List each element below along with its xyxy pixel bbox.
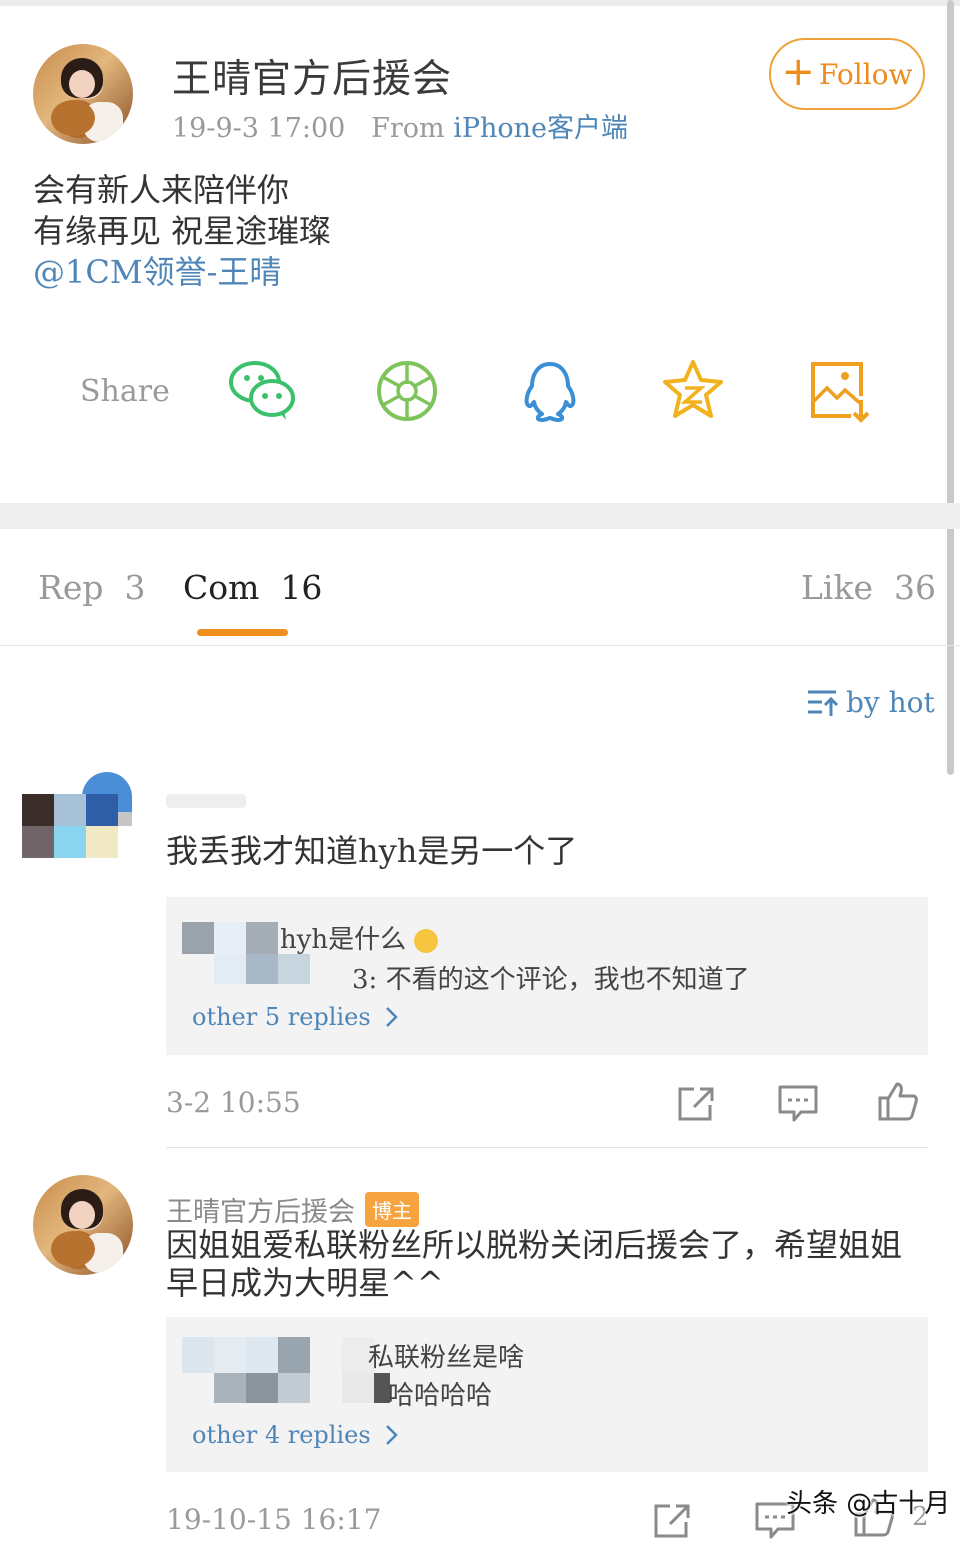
reply-preview-box[interactable]: 私联粉丝是啥 哈哈哈哈 other 4 replies	[166, 1317, 928, 1472]
blurred-name	[214, 922, 246, 954]
blurred-name	[246, 1337, 278, 1373]
sort-label: by hot	[846, 686, 935, 719]
post-from-label: From	[371, 113, 445, 144]
wechat-icon[interactable]	[228, 358, 298, 424]
comment-line: 因姐姐爱私联粉丝所以脱粉关闭后援会了，希望姐姐	[166, 1226, 903, 1264]
reply-line: 3: 不看的这个评论，我也不知道了	[352, 965, 750, 995]
author-badge: 博主	[365, 1192, 419, 1227]
comment-text: 我丢我才知道hyh是另一个了	[166, 832, 578, 870]
commenter-name-blurred[interactable]	[166, 794, 246, 808]
blurred-name	[182, 1337, 214, 1373]
scrollbar[interactable]	[947, 0, 954, 775]
blurred-name	[182, 922, 214, 954]
repost-icon[interactable]	[652, 1500, 694, 1542]
post-body: 会有新人来陪伴你 有缘再见 祝星途璀璨 @1CM领誉-王晴	[33, 170, 331, 293]
tab-label: Com	[183, 568, 260, 607]
section-divider	[0, 503, 960, 529]
tab-comments[interactable]: Com 16	[183, 568, 322, 607]
blurred-name	[278, 1373, 310, 1403]
commenter-avatar-blurred[interactable]	[22, 772, 132, 884]
blurred-name	[246, 1373, 278, 1403]
laughing-emoji-icon	[414, 929, 439, 953]
watermark: 头条 @古十月	[786, 1489, 951, 1519]
blurred-name	[278, 954, 310, 984]
moments-icon[interactable]	[373, 358, 443, 424]
post-time: 19-9-3 17:00	[172, 113, 346, 144]
more-replies-link[interactable]: other 4 replies	[192, 1421, 399, 1449]
qq-icon[interactable]	[515, 358, 585, 424]
share-label: Share	[80, 374, 170, 409]
chevron-right-icon	[385, 1007, 398, 1027]
blurred-name	[278, 1337, 310, 1373]
tab-likes[interactable]: Like 36	[801, 568, 936, 607]
tab-label: Like	[801, 568, 873, 607]
more-replies-link[interactable]: other 5 replies	[192, 1003, 399, 1031]
post-author-name[interactable]: 王晴官方后援会	[172, 48, 452, 104]
plus-icon: +	[781, 49, 815, 95]
tab-label: Rep	[38, 568, 104, 607]
comment-icon[interactable]	[777, 1083, 819, 1125]
blurred-name	[246, 922, 278, 954]
commenter-avatar[interactable]	[33, 1175, 133, 1275]
follow-label: Follow	[819, 57, 913, 91]
comment-divider	[166, 1147, 928, 1148]
like-thumb-icon[interactable]	[877, 1080, 919, 1122]
comment-time: 19-10-15 16:17	[166, 1503, 382, 1536]
comment-text: 因姐姐爱私联粉丝所以脱粉关闭后援会了，希望姐姐 早日成为大明星^^	[166, 1226, 902, 1302]
follow-button[interactable]: + Follow	[769, 38, 925, 110]
reply-line: hyh是什么	[280, 919, 439, 956]
post-line: 有缘再见 祝星途璀璨	[33, 212, 332, 250]
save-image-icon[interactable]	[805, 358, 875, 424]
qzone-star-icon[interactable]	[658, 358, 728, 424]
tab-reposts[interactable]: Rep 3	[38, 568, 146, 607]
post-mention-link[interactable]: @1CM领誉-王晴	[33, 252, 331, 293]
author-avatar[interactable]	[33, 44, 133, 144]
comment-line: 早日成为大明星^^	[166, 1264, 444, 1302]
blurred-name	[246, 954, 278, 984]
reply-preview-box[interactable]: hyh是什么 3: 不看的这个评论，我也不知道了 other 5 replies	[166, 897, 928, 1055]
comment-time: 3-2 10:55	[166, 1086, 301, 1119]
reply-text: hyh是什么	[280, 925, 407, 955]
more-replies-label: other 4 replies	[192, 1421, 371, 1449]
tab-count: 3	[124, 568, 146, 607]
repost-icon[interactable]	[676, 1083, 718, 1125]
more-replies-label: other 5 replies	[192, 1003, 371, 1031]
blurred-name	[342, 1373, 374, 1403]
tab-count: 16	[280, 568, 323, 607]
post-meta: 19-9-3 17:00 From iPhone客户端	[172, 106, 628, 145]
blurred-name	[214, 954, 246, 984]
chevron-right-icon	[385, 1425, 398, 1445]
active-tab-indicator	[197, 629, 288, 636]
sort-by-hot-button[interactable]: by hot	[806, 686, 935, 719]
reply-line: 哈哈哈哈	[388, 1381, 493, 1411]
blurred-name	[214, 1373, 246, 1403]
post-source[interactable]: iPhone客户端	[453, 113, 628, 144]
sort-icon	[808, 690, 839, 716]
tab-count: 36	[893, 568, 936, 607]
tabs-divider	[0, 645, 960, 646]
commenter-name-text: 王晴官方后援会	[166, 1197, 355, 1228]
post-line: 会有新人来陪伴你	[33, 171, 290, 209]
blurred-name	[214, 1337, 246, 1373]
commenter-name[interactable]: 王晴官方后援会 博主	[166, 1190, 419, 1229]
reply-line: 私联粉丝是啥	[368, 1343, 525, 1373]
top-strip	[0, 0, 960, 6]
